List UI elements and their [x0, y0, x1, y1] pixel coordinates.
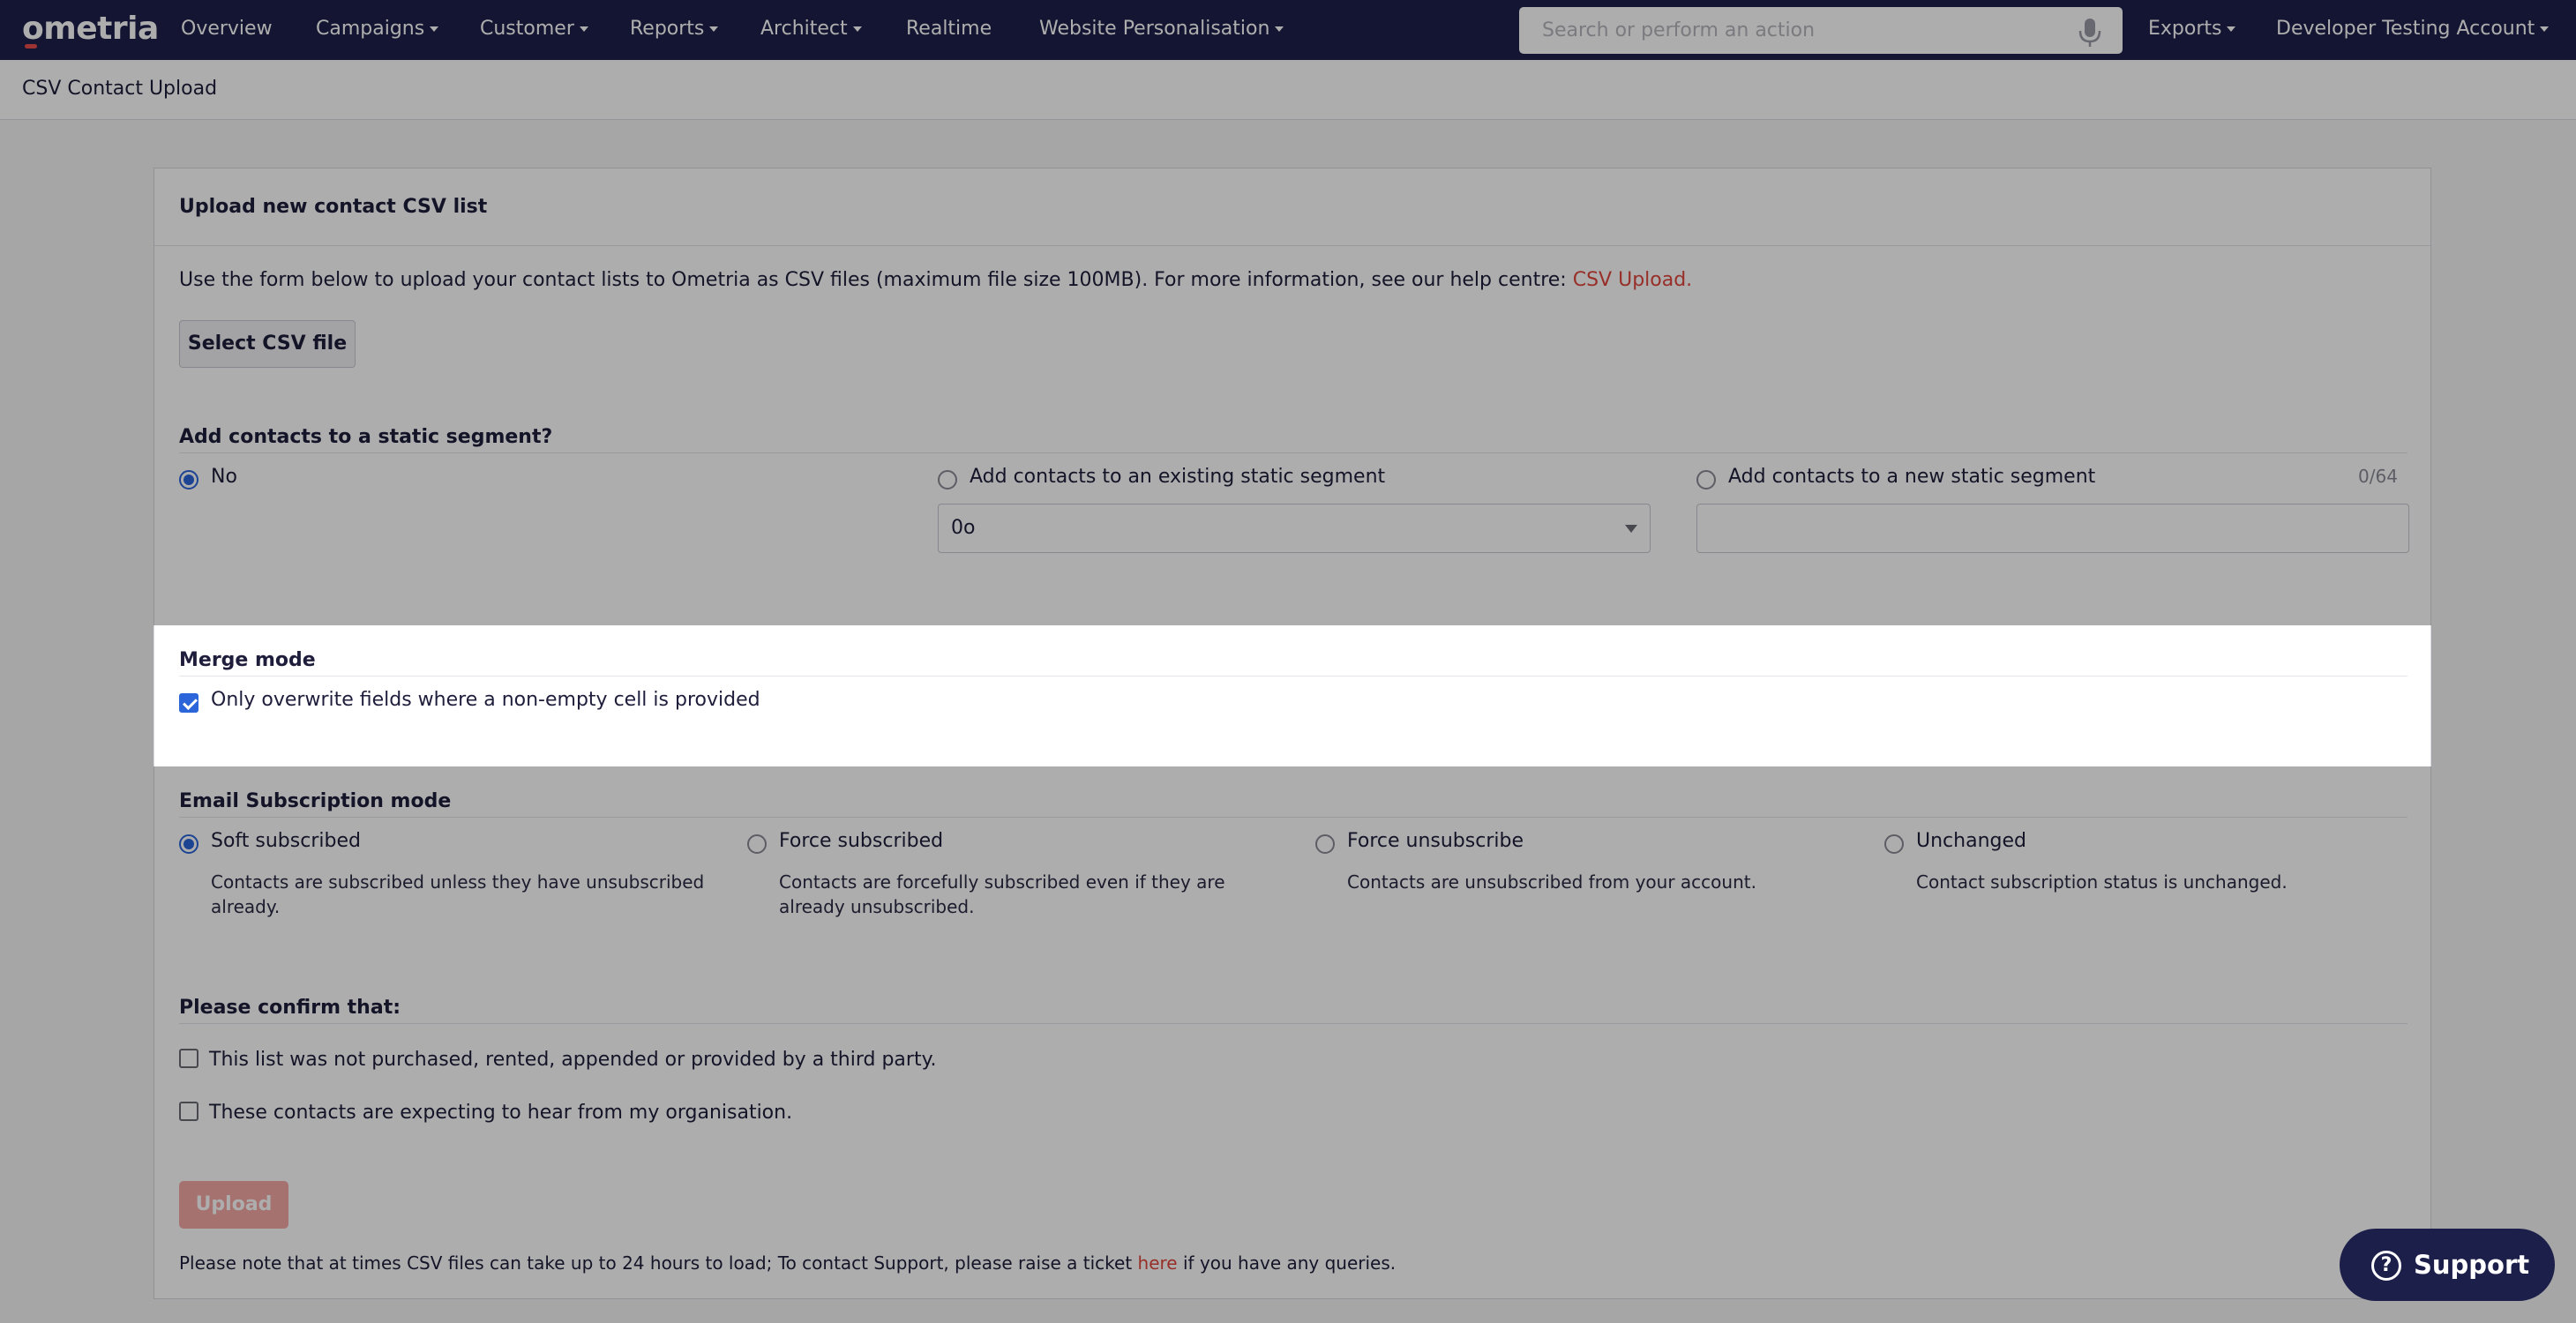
question-circle-icon: ? — [2371, 1251, 2401, 1281]
overlay-bottom — [0, 766, 2576, 1323]
support-button[interactable]: ? Support — [2340, 1229, 2555, 1301]
overlay-top — [0, 0, 2576, 625]
support-label: Support — [2414, 1250, 2530, 1280]
overlay-right — [2431, 625, 2576, 766]
merge-mode-title: Merge mode — [179, 649, 316, 671]
merge-mode-label: Only overwrite fields where a non-empty … — [211, 689, 760, 711]
overlay-left — [0, 625, 154, 766]
merge-mode-checkbox[interactable] — [179, 693, 198, 713]
